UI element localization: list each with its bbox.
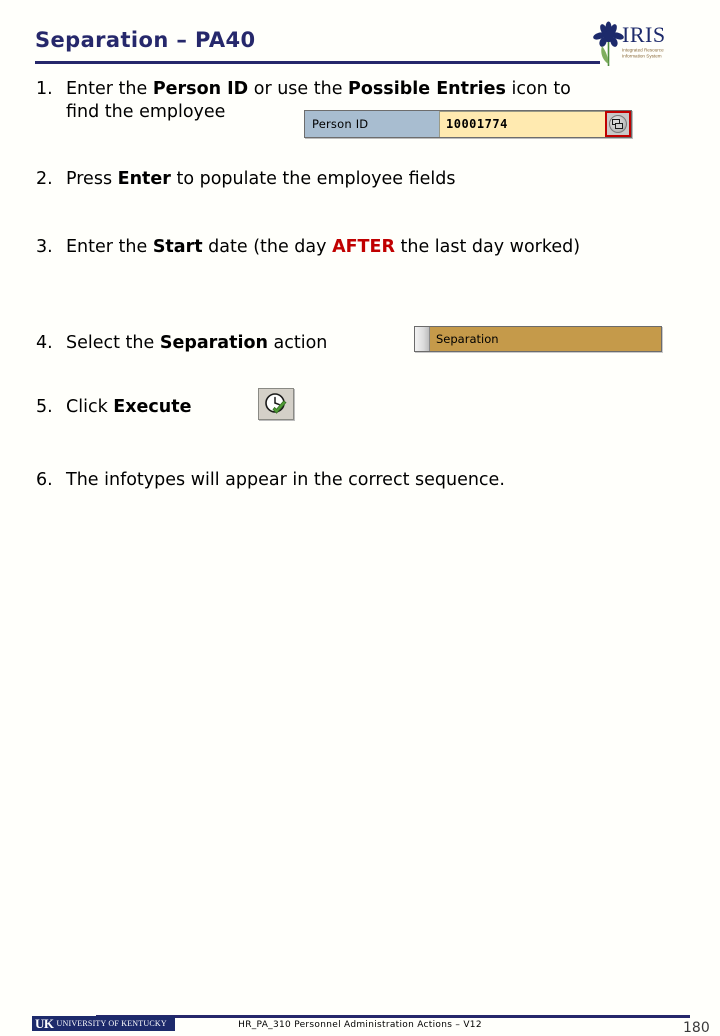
step1-bold-possible-entries: Possible Entries [348,79,506,99]
step-number: 3. [36,237,53,257]
iris-tagline-line1: Integrated Resource [622,48,664,53]
possible-entries-icon [609,115,627,133]
page-title: Separation – PA40 [35,28,256,52]
list-item-step-4: 4. Select the Separation action Separati… [36,326,696,355]
clock-check-icon [265,393,287,414]
step3-bold-start: Start [152,237,203,257]
step-text: Enter the Start date (the day AFTER the … [66,236,696,259]
iris-tagline-line2: Information System [622,54,662,59]
step3-emphasis-after: AFTER [332,237,395,257]
step-number: 1. [36,79,53,99]
step-text: Press Enter to populate the employee fie… [66,168,696,191]
step-number: 5. [36,397,53,417]
step-text: The infotypes will appear in the correct… [66,470,505,490]
separation-action-field[interactable]: Separation [414,326,662,352]
separation-action-value[interactable]: Separation [430,327,661,351]
footer-rule [96,1015,690,1018]
step-number: 4. [36,333,53,353]
list-item-step-1: 1. Enter the Person ID or use the Possib… [36,78,696,138]
page-number: 180 [683,1020,710,1036]
slide-header: Separation – PA40 IRIS Integrated Resour… [0,0,720,70]
iris-logo: IRIS Integrated Resource Information Sys… [588,20,678,70]
step2-bold-enter: Enter [117,169,171,189]
step-number: 2. [36,169,53,189]
step-number: 6. [36,470,53,490]
person-id-input[interactable]: 10001774 [439,111,605,137]
step1-text-b: or use the [248,79,349,99]
step1-text-a: Enter the [66,79,153,99]
step4-text-b: action [267,333,328,353]
slide-footer: UK UNIVERSITY OF KENTUCKY HR_PA_310 Pers… [0,504,720,1036]
step4-text-a: Select the [66,333,160,353]
step2-text-a: Press [66,169,118,189]
step1-text-c: icon to [505,79,571,99]
execute-button[interactable] [258,388,294,420]
step-text: Click Execute [66,396,696,419]
step1-text-d: find the employee [66,101,226,122]
list-item-step-5: 5. Click Execute [36,388,696,420]
list-item-step-6: 6. The infotypes will appear in the corr… [36,469,696,492]
step1-bold-person-id: Person ID [152,79,249,99]
step2-text-b: to populate the employee fields [170,169,456,189]
footer-course-text: HR_PA_310 Personnel Administration Actio… [238,1020,482,1030]
iris-wordmark: IRIS [622,22,666,47]
title-underline-rule [35,61,600,64]
list-item-step-2: 2. Press Enter to populate the employee … [36,168,696,191]
step5-bold-execute: Execute [113,397,192,417]
step4-bold-separation: Separation [159,333,268,353]
step5-text-a: Click [66,397,114,417]
person-id-field-widget[interactable]: Person ID 10001774 [304,110,632,138]
possible-entries-button[interactable] [605,111,631,137]
person-id-label: Person ID [305,111,439,137]
list-item-step-3: 3. Enter the Start date (the day AFTER t… [36,236,696,259]
step3-text-c: the last day worked) [394,237,581,257]
separation-row-handle[interactable] [415,327,430,351]
step3-text-a: Enter the [66,237,153,257]
step3-text-b: date (the day [202,237,333,257]
